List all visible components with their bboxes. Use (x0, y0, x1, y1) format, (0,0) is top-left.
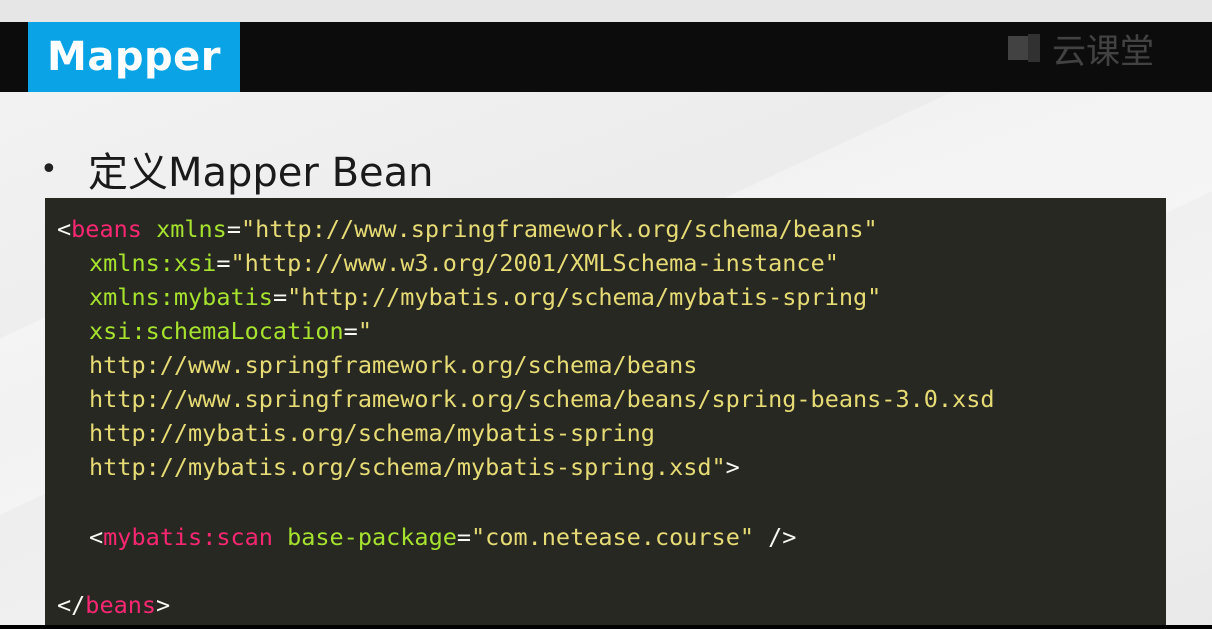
watermark-text: 云课堂 (1052, 31, 1154, 72)
code-string: "http://www.springframework.org/schema/b… (240, 215, 878, 243)
code-string: "com.netease.course" (471, 523, 754, 551)
watermark: 云课堂 (1006, 30, 1154, 72)
code-line-10: </beans> (57, 588, 170, 622)
code-tag: beans (85, 591, 157, 619)
code-string: http://mybatis.org/schema/mybatis-spring… (89, 453, 726, 481)
code-attr: xsi:schemaLocation (89, 317, 344, 345)
code-punct: < (57, 215, 72, 243)
code-punct: > (156, 591, 171, 619)
code-line-1: <beans xmlns="http://www.springframework… (57, 212, 878, 246)
code-line-5: http://www.springframework.org/schema/be… (89, 348, 697, 382)
code-line-8: http://mybatis.org/schema/mybatis-spring… (89, 450, 740, 484)
code-eq: = (272, 283, 288, 311)
code-line-7: http://mybatis.org/schema/mybatis-spring (89, 416, 655, 450)
code-line-4: xsi:schemaLocation=" (89, 314, 372, 348)
code-string: http://mybatis.org/schema/mybatis-spring (89, 419, 655, 447)
title-box: Mapper (28, 22, 240, 92)
code-punct: > (725, 453, 740, 481)
code-line-3: xmlns:mybatis="http://mybatis.org/schema… (89, 280, 881, 314)
code-line-9: <mybatis:scan base-package="com.netease.… (89, 520, 796, 554)
code-string: " (357, 317, 372, 345)
code-eq: = (226, 215, 241, 243)
bottom-edge (0, 625, 1212, 629)
bullet-point: • (40, 152, 58, 187)
code-attr: xmlns (156, 215, 227, 243)
code-string: "http://www.w3.org/2001/XMLSchema-instan… (230, 249, 839, 277)
top-strip (0, 0, 1212, 22)
code-string: "http://mybatis.org/schema/mybatis-sprin… (287, 283, 882, 311)
code-punct: </ (57, 591, 86, 619)
code-attr: base-package (287, 523, 457, 551)
code-tag: mybatis:scan (103, 523, 273, 551)
code-punct: < (89, 523, 104, 551)
slide-title: Mapper (47, 34, 221, 80)
code-line-2: xmlns:xsi="http://www.w3.org/2001/XMLSch… (89, 246, 839, 280)
heading: 定义Mapper Bean (88, 150, 434, 196)
code-string: http://www.springframework.org/schema/be… (89, 385, 995, 413)
code-block: <beans xmlns="http://www.springframework… (45, 198, 1166, 629)
code-attr: xmlns:xsi (89, 249, 217, 277)
code-eq: = (343, 317, 358, 345)
code-attr: xmlns:mybatis (89, 283, 273, 311)
slide: Mapper 云课堂 • 定义Mapper Bean <beans xmlns=… (0, 0, 1212, 629)
netease-logo-icon (1006, 32, 1042, 64)
code-tag: beans (71, 215, 142, 243)
code-line-6: http://www.springframework.org/schema/be… (89, 382, 994, 416)
code-eq: = (456, 523, 472, 551)
code-string: http://www.springframework.org/schema/be… (89, 351, 698, 379)
code-punct: /> (754, 523, 797, 551)
code-eq: = (216, 249, 231, 277)
